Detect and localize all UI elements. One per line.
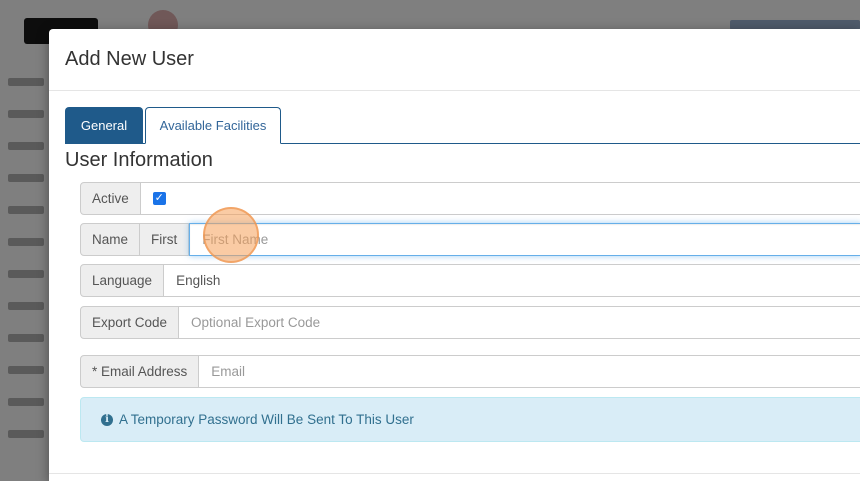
checkmark-icon: ✓ — [154, 192, 164, 204]
temporary-password-info: i A Temporary Password Will Be Sent To T… — [80, 397, 860, 442]
section-title: User Information — [65, 149, 213, 171]
info-message: A Temporary Password Will Be Sent To Thi… — [119, 412, 414, 427]
language-row: Language English — [80, 264, 860, 297]
export-code-field — [179, 306, 860, 339]
export-code-input[interactable] — [191, 315, 860, 330]
language-label: Language — [80, 264, 165, 297]
first-name-label: First — [140, 223, 190, 256]
add-user-modal: Add New User General Available Facilitie… — [49, 29, 860, 481]
email-field — [199, 355, 860, 388]
email-label: * Email Address — [80, 355, 200, 388]
export-code-row: Export Code — [80, 306, 860, 339]
email-input[interactable] — [211, 364, 860, 379]
language-select[interactable]: English — [164, 264, 860, 297]
active-label: Active — [80, 182, 141, 215]
email-row: * Email Address — [80, 355, 860, 388]
info-icon: i — [101, 413, 113, 426]
export-code-label: Export Code — [80, 306, 180, 339]
tab-general[interactable]: General — [65, 107, 143, 143]
name-row: Name First — [80, 223, 860, 256]
modal-header: Add New User — [49, 29, 860, 91]
tab-available-facilities[interactable]: Available Facilities — [145, 107, 281, 144]
modal-title: Add New User — [65, 48, 194, 70]
active-field: ✓ — [140, 182, 860, 215]
modal-footer-divider — [49, 473, 860, 474]
active-row: Active ✓ — [80, 182, 860, 215]
first-name-field — [189, 223, 860, 256]
tab-bar: General Available Facilities — [65, 107, 860, 144]
first-name-input[interactable] — [202, 232, 860, 247]
name-label: Name — [80, 223, 141, 256]
active-checkbox[interactable]: ✓ — [152, 192, 166, 205]
language-value: English — [176, 273, 221, 288]
